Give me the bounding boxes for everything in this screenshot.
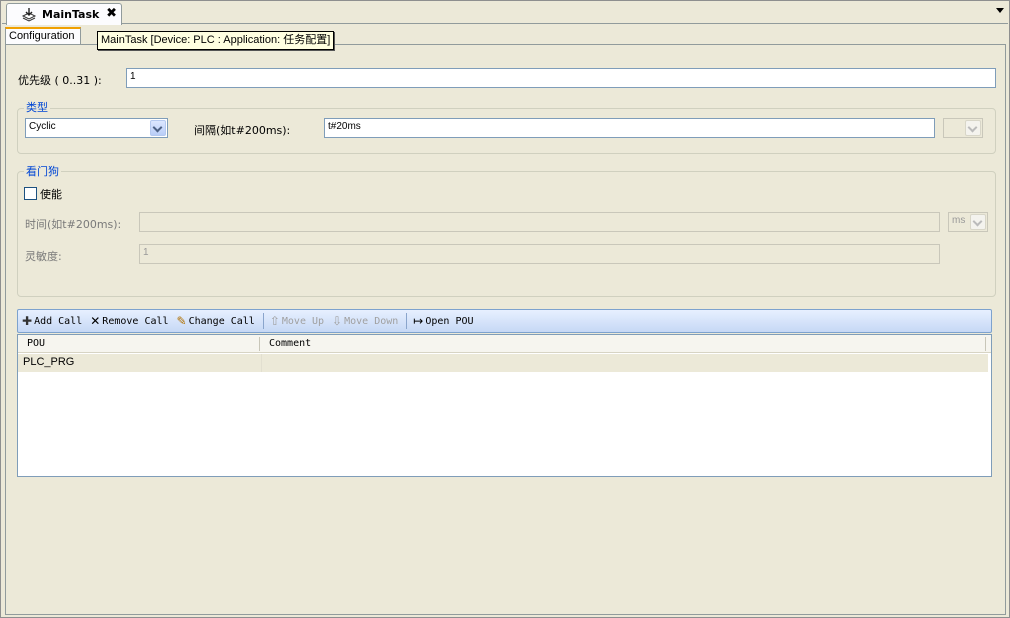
interval-input[interactable]: t#20ms: [324, 118, 935, 138]
add-call-label: Add Call: [34, 315, 83, 327]
document-tab-strip: MainTask ✖: [2, 2, 1008, 25]
close-icon[interactable]: ✖: [106, 6, 117, 21]
toolbar-separator: [406, 313, 408, 329]
remove-call-label: Remove Call: [102, 315, 169, 327]
watchdog-time-label: 时间(如t#200ms):: [25, 218, 122, 231]
priority-input[interactable]: 1: [126, 68, 996, 88]
change-call-button[interactable]: ✎ Change Call: [177, 314, 255, 328]
tab-list-dropdown-icon[interactable]: [996, 8, 1004, 13]
task-icon: [21, 7, 37, 22]
tooltip: MainTask [Device: PLC : Application: 任务配…: [97, 31, 335, 50]
watchdog-time-unit-value: ms: [952, 215, 966, 226]
cell-pou: PLC_PRG: [23, 356, 75, 368]
call-toolbar: ✚ Add Call ✕ Remove Call ✎ Change Call ⇧…: [17, 309, 992, 333]
editor-window: MainTask ✖ Configuration MainTask [Devic…: [0, 0, 1010, 618]
column-header-pou[interactable]: POU: [27, 338, 45, 349]
watchdog-sensitivity-input: 1: [139, 244, 940, 264]
table-row[interactable]: PLC_PRG: [18, 354, 988, 372]
arrow-up-icon: ⇧: [269, 314, 280, 328]
chevron-down-icon: [970, 214, 986, 230]
type-select-value: Cyclic: [29, 121, 56, 132]
column-divider[interactable]: [985, 337, 986, 351]
watchdog-sensitivity-label: 灵敏度:: [25, 250, 62, 263]
move-up-label: Move Up: [281, 315, 325, 327]
watchdog-enable-label: 使能: [40, 188, 62, 201]
add-call-button[interactable]: ✚ Add Call: [22, 314, 82, 328]
edit-icon: ✎: [176, 314, 187, 328]
tab-configuration[interactable]: Configuration: [5, 27, 81, 44]
watchdog-group-title: 看门狗: [24, 163, 61, 179]
open-pou-button[interactable]: ↦ Open POU: [413, 314, 473, 328]
plus-icon: ✚: [22, 314, 33, 328]
watchdog-time-unit-select: ms: [948, 212, 988, 232]
document-tab-title: MainTask: [42, 8, 100, 21]
call-table[interactable]: POU Comment PLC_PRG: [17, 334, 992, 477]
remove-call-button[interactable]: ✕ Remove Call: [90, 314, 168, 328]
remove-icon: ✕: [90, 314, 101, 328]
priority-label: 优先级 ( 0..31 ):: [18, 74, 102, 87]
change-call-label: Change Call: [188, 315, 255, 327]
watchdog-enable-checkbox[interactable]: [24, 187, 37, 200]
toolbar-separator: [262, 313, 264, 329]
arrow-down-icon: ⇩: [332, 314, 343, 328]
type-select[interactable]: Cyclic: [25, 118, 168, 138]
column-divider[interactable]: [259, 337, 260, 351]
chevron-down-icon: [965, 120, 981, 136]
table-header: POU Comment: [18, 335, 991, 353]
column-header-comment[interactable]: Comment: [269, 338, 311, 349]
document-tab-maintask[interactable]: MainTask ✖: [6, 3, 122, 25]
open-pou-label: Open POU: [425, 315, 474, 327]
move-down-label: Move Down: [344, 315, 399, 327]
move-up-button[interactable]: ⇧ Move Up: [270, 314, 324, 328]
interval-unit-select: [943, 118, 983, 138]
watchdog-groupbox: [17, 171, 996, 297]
move-down-button[interactable]: ⇩ Move Down: [332, 314, 398, 328]
open-pou-icon: ↦: [413, 314, 424, 328]
interval-label: 间隔(如t#200ms):: [194, 124, 291, 137]
cell-divider: [261, 354, 262, 372]
chevron-down-icon[interactable]: [150, 120, 166, 136]
watchdog-time-input: [139, 212, 940, 232]
type-group-title: 类型: [24, 99, 50, 115]
configuration-panel: 优先级 ( 0..31 ): 1 类型 Cyclic 间隔(如t#200ms):…: [5, 44, 1006, 615]
